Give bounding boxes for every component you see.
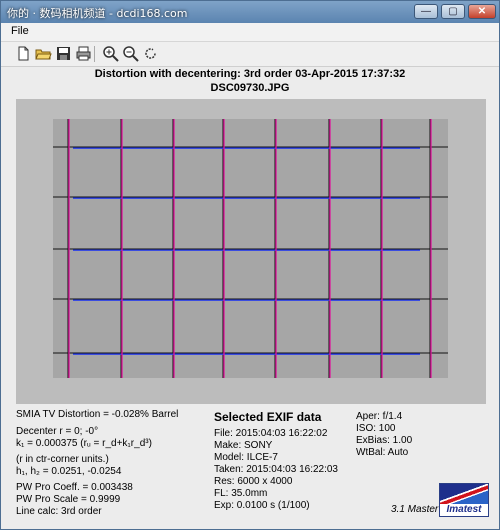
units-note: (r in ctr-corner units.) — [16, 454, 109, 465]
pw-coeff: PW Pro Coeff. = 0.003438 — [16, 482, 133, 493]
title-bar[interactable]: 你的 · 数码相机频道 - dcdi168.com — ▢ ✕ — [1, 1, 499, 23]
menu-file[interactable]: File — [11, 25, 29, 37]
exif-taken: Taken: 2015:04:03 16:22:03 — [214, 464, 338, 475]
open-folder-icon[interactable] — [35, 45, 52, 62]
toolbar — [1, 42, 499, 67]
logo-emblem — [440, 484, 488, 504]
exif-fl: FL: 35.0mm — [214, 488, 268, 499]
distortion-chart — [16, 99, 486, 404]
new-file-icon[interactable] — [15, 45, 32, 62]
exif-aper: Aper: f/1.4 — [356, 411, 403, 422]
line-calc: Line calc: 3rd order — [16, 506, 102, 517]
plot-filename: DSC09730.JPG — [210, 82, 290, 94]
zoom-in-icon[interactable] — [102, 45, 119, 62]
close-button[interactable]: ✕ — [468, 4, 496, 19]
exif-exbias: ExBias: 1.00 — [356, 435, 413, 446]
refresh-icon[interactable] — [142, 45, 159, 62]
window-title: 你的 · 数码相机频道 - dcdi168.com — [7, 7, 188, 20]
version-label: 3.1 Master — [391, 504, 439, 515]
smia-distortion: SMIA TV Distortion = -0.028% Barrel — [16, 409, 179, 420]
logo-text: Imatest — [446, 504, 482, 515]
exif-model: Model: ILCE-7 — [214, 452, 278, 463]
exif-file: File: 2015:04:03 16:22:02 — [214, 428, 328, 439]
exif-heading: Selected EXIF data — [214, 410, 322, 424]
menu-bar: File — [1, 23, 499, 42]
toolbar-separator — [94, 46, 95, 62]
distortion-chart-svg — [53, 119, 448, 378]
maximize-button[interactable]: ▢ — [441, 4, 465, 19]
plot-title: Distortion with decentering: 3rd order 0… — [94, 68, 406, 80]
exif-iso: ISO: 100 — [356, 423, 396, 434]
exif-wtbal: WtBal: Auto — [356, 447, 409, 458]
exif-make: Make: SONY — [214, 440, 273, 451]
pw-scale: PW Pro Scale = 0.9999 — [16, 494, 121, 505]
decenter-value: Decenter r = 0; -0° — [16, 426, 99, 437]
app-window: 你的 · 数码相机频道 - dcdi168.com — ▢ ✕ File Dis — [0, 0, 500, 530]
exif-res: Res: 6000 x 4000 — [214, 476, 293, 487]
zoom-out-icon[interactable] — [122, 45, 139, 62]
minimize-button[interactable]: — — [414, 4, 438, 19]
save-icon[interactable] — [55, 45, 72, 62]
print-icon[interactable] — [75, 45, 92, 62]
h-values: h₁, h₂ = 0.0251, -0.0254 — [16, 466, 122, 477]
k1-value: k₁ = 0.000375 (rᵤ = r_d+k₁r_d³) — [16, 438, 152, 449]
imatest-logo: Imatest — [439, 483, 489, 517]
exif-exp: Exp: 0.0100 s (1/100) — [214, 500, 310, 511]
